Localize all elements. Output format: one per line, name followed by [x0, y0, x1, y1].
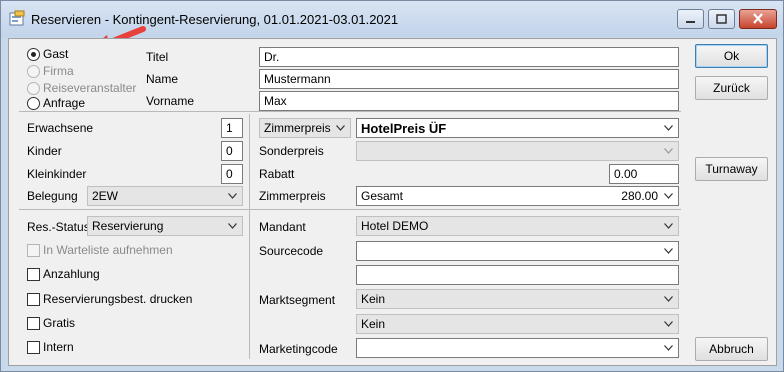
belegung-select[interactable]: 2EW [87, 186, 243, 206]
res-status-select[interactable]: Reservierung [87, 216, 243, 236]
erwachsene-label: Erwachsene [27, 121, 94, 135]
res-status-label: Res.-Status [27, 220, 90, 234]
mandant-select[interactable]: Hotel DEMO [356, 216, 679, 236]
maximize-icon [716, 14, 727, 24]
marktsegment-select[interactable]: Kein [356, 289, 679, 309]
druck-label: Reservierungsbest. drucken [43, 292, 193, 306]
chevron-down-icon [664, 223, 673, 229]
divider-top [19, 111, 681, 112]
res-status-value: Reservierung [92, 219, 164, 233]
marktsegment-value: Kein [361, 292, 386, 306]
chevron-down-icon [336, 125, 345, 131]
marketingcode-label: Marketingcode [259, 342, 338, 356]
chevron-down-icon [664, 321, 673, 327]
price-select[interactable]: HotelPreis ÜF [356, 118, 679, 138]
sonderpreis-select [356, 141, 679, 161]
zimmerpreis-amount: 280.00 [621, 189, 658, 203]
kinder-label: Kinder [27, 144, 62, 158]
belegung-value: 2EW [92, 189, 119, 203]
radio-firma-label: Firma [43, 64, 74, 78]
intern-checkbox[interactable] [27, 341, 40, 354]
sourcecode-select[interactable] [356, 241, 679, 261]
belegung-label: Belegung [27, 189, 78, 203]
ok-button[interactable]: Ok [695, 44, 768, 68]
zurueck-button[interactable]: Zurück [695, 76, 768, 100]
radio-gast-label: Gast [43, 47, 69, 61]
divider-vertical [249, 114, 250, 359]
vorname-field[interactable]: Max [259, 91, 679, 111]
price-value: HotelPreis ÜF [361, 121, 447, 136]
sourcecode-label: Sourcecode [259, 244, 324, 258]
marktsegment-sub-value: Kein [361, 317, 386, 331]
kinder-field[interactable]: 0 [221, 141, 243, 161]
dialog-client-area: Gast Firma Reiseveranstalter Anfrage Tit… [8, 38, 777, 366]
radio-anfrage[interactable] [27, 97, 40, 110]
marktsegment-label: Marktsegment [259, 293, 336, 307]
radio-reiseveranstalter [27, 82, 40, 95]
anzahlung-label: Anzahlung [43, 267, 100, 281]
druck-checkbox[interactable] [27, 293, 40, 306]
erwachsene-field[interactable]: 1 [221, 118, 243, 138]
vorname-label: Vorname [146, 94, 195, 108]
app-icon [9, 10, 25, 26]
radio-gast[interactable] [27, 48, 40, 61]
radio-anfrage-label: Anfrage [43, 96, 86, 110]
rabatt-field[interactable]: 0.00 [609, 164, 679, 184]
mandant-label: Mandant [259, 220, 306, 234]
price-type-value: Zimmerpreis [264, 121, 331, 135]
sonderpreis-label: Sonderpreis [259, 144, 324, 158]
zimmerpreis-label: Zimmerpreis [259, 189, 326, 203]
kleinkinder-field[interactable]: 0 [221, 164, 243, 184]
maximize-button[interactable] [708, 9, 735, 29]
sourcecode-extra-field[interactable] [356, 265, 679, 285]
divider-middle [19, 209, 681, 210]
warteliste-checkbox [27, 244, 40, 257]
zimmerpreis-select[interactable]: Gesamt 280.00 [356, 186, 679, 206]
name-label: Name [146, 72, 179, 86]
chevron-down-icon [228, 223, 237, 229]
radio-firma [27, 65, 40, 78]
rabatt-label: Rabatt [259, 167, 295, 181]
marketingcode-select[interactable] [356, 338, 679, 358]
titel-field[interactable]: Dr. [259, 47, 679, 67]
name-field[interactable]: Mustermann [259, 69, 679, 89]
dialog-window: Reservieren - Kontingent-Reservierung, 0… [0, 0, 784, 372]
radio-reiseveranstalter-label: Reiseveranstalter [43, 81, 137, 95]
intern-label: Intern [43, 340, 74, 354]
price-type-select[interactable]: Zimmerpreis [259, 118, 351, 138]
gratis-checkbox[interactable] [27, 317, 40, 330]
close-icon [753, 13, 763, 24]
chevron-down-icon [664, 193, 673, 199]
minimize-button[interactable] [677, 9, 704, 29]
kleinkinder-label: Kleinkinder [27, 167, 87, 181]
zimmerpreis-mode: Gesamt [361, 189, 404, 203]
marktsegment-sub-select[interactable]: Kein [356, 314, 679, 334]
anzahlung-checkbox[interactable] [27, 268, 40, 281]
warteliste-label: In Warteliste aufnehmen [43, 243, 173, 257]
abbruch-button[interactable]: Abbruch [695, 337, 768, 361]
close-button[interactable] [739, 9, 777, 29]
chevron-down-icon [664, 296, 673, 302]
gratis-label: Gratis [43, 316, 76, 330]
minimize-icon [686, 21, 695, 23]
chevron-down-icon [664, 148, 673, 154]
chevron-down-icon [228, 193, 237, 199]
chevron-down-icon [664, 345, 673, 351]
mandant-value: Hotel DEMO [361, 219, 429, 233]
titel-label: Titel [146, 50, 169, 64]
chevron-down-icon [664, 125, 673, 131]
turnaway-button[interactable]: Turnaway [695, 157, 768, 181]
chevron-down-icon [664, 248, 673, 254]
